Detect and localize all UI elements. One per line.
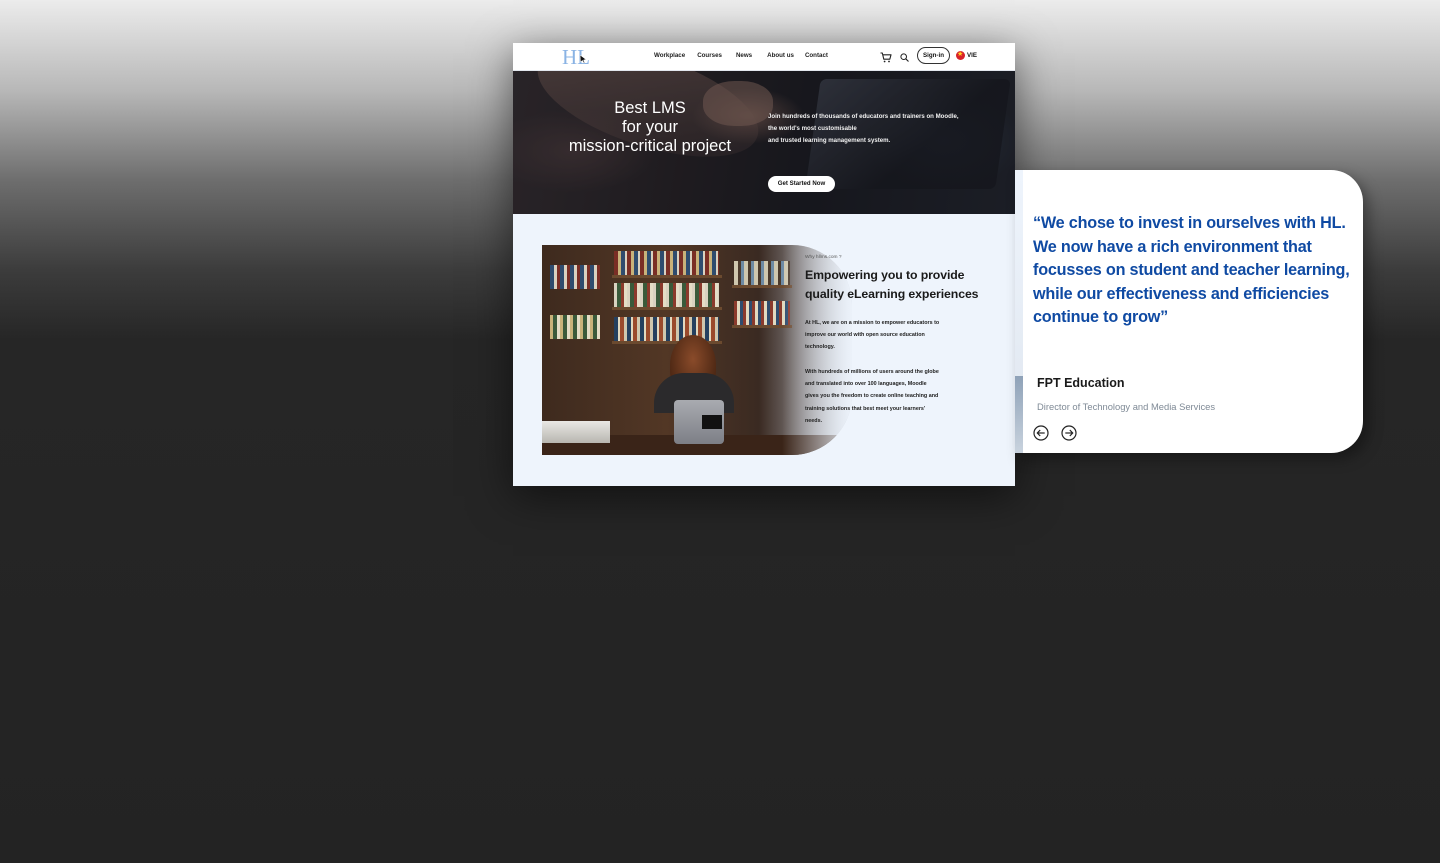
about-title: Empowering you to provide quality eLearn… [805,266,1005,304]
hero-description: Join hundreds of thousands of educators … [768,111,978,147]
nav-link-contact[interactable]: Contact [805,52,828,59]
hero-title-line: mission-critical project [568,137,732,155]
hero-description-line: the world's most customisable [768,125,857,132]
vietnam-flag-icon [956,50,965,60]
paragraph-line: technology. [805,344,835,351]
hero-title-line: Best LMS [614,99,686,117]
paragraph-line: gives you the freedom to create online t… [805,393,939,400]
nav-link-courses[interactable]: Courses [697,52,722,59]
hero-description-line: Join hundreds of thousands of educators … [768,113,959,120]
quote-line: “We chose to invest in ourselves with HL… [1033,214,1346,232]
testimonial-author: FPT Education [1037,376,1125,390]
hero-title: Best LMS for your mission-critical proje… [550,99,750,156]
sign-in-button[interactable]: Sign-in [917,47,950,64]
language-label: VIE [967,52,977,59]
quote-line: We now have a rich environment that [1033,237,1312,256]
paper-stack [542,421,610,443]
site-logo[interactable]: HL [562,46,592,68]
paragraph-line: improve our world with open source educa… [805,332,925,339]
laptop-sticker [702,415,722,429]
section-label: Why hllms.com ? [805,255,842,260]
paragraph-line: At HL, we are on a mission to empower ed… [805,320,940,326]
books [614,251,719,275]
testimonial-card: “We chose to invest in ourselves with HL… [1015,170,1363,453]
language-switcher[interactable]: VIE [956,50,977,60]
about-title-line: Empowering you to provide [805,268,965,282]
nav-menu: Workplace Courses News About us Contact [654,52,840,59]
bookshelf [612,307,722,310]
books [550,265,600,289]
quote-line: while our effectiveness and efficiencies [1033,284,1330,303]
paragraph-line: and translated into over 100 languages, … [805,381,927,388]
website-screenshot: HL Workplace Courses News About us Conta… [513,43,1015,486]
about-paragraph-mission: At HL, we are on a mission to empower ed… [805,317,975,354]
hero-banner: Best LMS for your mission-critical proje… [513,71,1015,214]
bookshelf [612,275,722,278]
about-title-line: quality eLearning experiences [805,287,979,301]
get-started-button[interactable]: Get Started Now [768,176,835,192]
search-icon[interactable] [900,53,909,62]
books [614,283,719,307]
hero-title-line: for your [622,118,678,136]
about-paragraph-users: With hundreds of millions of users aroun… [805,366,975,427]
nav-link-news[interactable]: News [736,52,752,59]
top-navbar: HL Workplace Courses News About us Conta… [513,43,1015,71]
nav-link-about-us[interactable]: About us [767,52,794,59]
testimonial-quote: “We chose to invest in ourselves with HL… [1033,212,1353,330]
arrow-left-circle-icon[interactable] [1033,425,1049,441]
cursor-icon [580,55,587,63]
quote-line: continue to grow” [1033,308,1169,326]
quote-line: focusses on student and teacher learning… [1033,261,1350,279]
paragraph-line: With hundreds of millions of users aroun… [805,369,939,375]
cart-icon[interactable] [880,52,892,63]
nav-link-workplace[interactable]: Workplace [654,52,685,59]
paragraph-line: training solutions that best meet your l… [805,405,926,412]
paragraph-line: needs. [805,417,823,424]
books [550,315,600,339]
testimonial-role: Director of Technology and Media Service… [1037,401,1216,412]
hero-description-line: and trusted learning management system. [768,137,891,144]
card-side-image [1015,376,1023,453]
arrow-right-circle-icon[interactable] [1061,425,1077,441]
